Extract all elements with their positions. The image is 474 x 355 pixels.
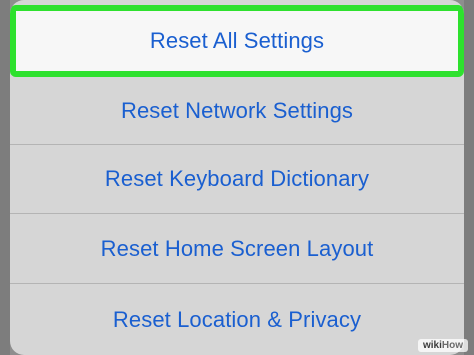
action-sheet: Reset All Settings Reset Network Setting…	[10, 0, 464, 355]
watermark-how: How	[441, 340, 463, 351]
backdrop-right	[464, 0, 474, 355]
watermark-wiki: wiki	[422, 340, 442, 351]
reset-home-screen-layout-label: Reset Home Screen Layout	[100, 235, 374, 261]
reset-all-settings-label: Reset All Settings	[149, 28, 325, 53]
reset-home-screen-layout-button[interactable]: Reset Home Screen Layout	[10, 214, 464, 284]
wikihow-watermark: wikiHow	[417, 339, 468, 352]
reset-network-settings-button[interactable]: Reset Network Settings	[10, 77, 464, 145]
reset-keyboard-dictionary-label: Reset Keyboard Dictionary	[104, 166, 370, 191]
reset-all-settings-button[interactable]: Reset All Settings	[10, 5, 464, 77]
reset-network-settings-label: Reset Network Settings	[120, 97, 354, 123]
backdrop-left	[0, 0, 10, 355]
reset-location-privacy-button[interactable]: Reset Location & Privacy	[10, 284, 464, 355]
reset-keyboard-dictionary-button[interactable]: Reset Keyboard Dictionary	[10, 145, 464, 214]
reset-location-privacy-label: Reset Location & Privacy	[112, 306, 362, 332]
